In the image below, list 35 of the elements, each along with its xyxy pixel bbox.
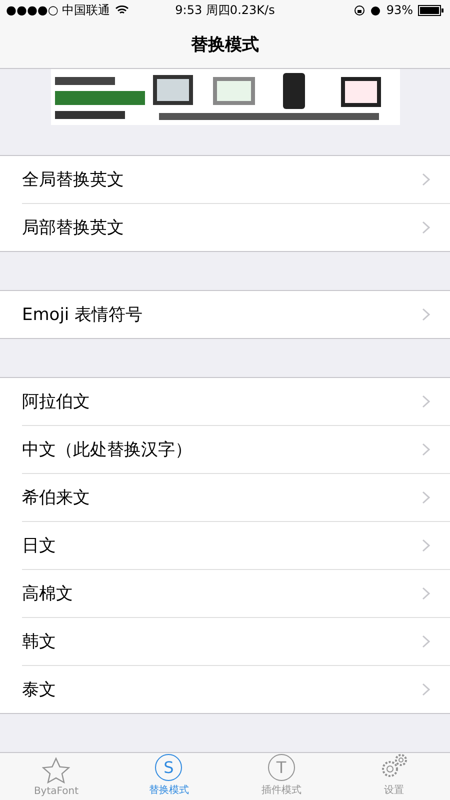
chevron-icon [422, 442, 430, 456]
tab-label: 设置 [384, 784, 404, 797]
nav-title: 替换模式 [190, 34, 260, 56]
chevron-icon [422, 682, 430, 696]
alarm-icon [370, 4, 382, 16]
list-row[interactable]: 局部替换英文 [22, 204, 450, 251]
chevron-icon [422, 538, 430, 552]
tab-label: BytaFont [34, 786, 79, 797]
list-row[interactable]: 阿拉伯文 [22, 378, 450, 426]
wifi-icon [115, 5, 130, 15]
tab-label: 插件模式 [261, 784, 302, 797]
clock-text: 9:53 周四0.23K/s [175, 2, 275, 18]
chevron-icon [422, 172, 430, 186]
star-icon [42, 757, 70, 784]
chevron-icon [422, 308, 430, 321]
letter-icon: T [268, 754, 295, 781]
list-row[interactable]: 希伯来文 [22, 474, 450, 522]
list-row[interactable]: 高棉文 [22, 570, 450, 618]
list-row[interactable]: 泰文 [22, 666, 450, 713]
battery-text: 93% [386, 3, 413, 17]
list-row[interactable]: Emoji 表情符号 [22, 290, 450, 338]
list-row[interactable]: 韩文 [22, 618, 450, 666]
rotation-lock-icon [354, 4, 366, 16]
letter-icon: S [155, 754, 182, 781]
battery-icon [418, 4, 444, 16]
chevron-icon [422, 490, 430, 504]
list-row[interactable]: 全局替换英文 [22, 156, 450, 204]
list-row[interactable]: 日文 [22, 522, 450, 570]
list-row[interactable]: 中文（此处替换汉字） [22, 426, 450, 474]
tab-label: 替换模式 [148, 784, 189, 797]
carrier-text: ●●●●○ 中国联通 [6, 2, 110, 18]
chevron-icon [422, 220, 430, 234]
chevron-icon [422, 634, 430, 648]
chevron-icon [422, 586, 430, 600]
chevron-icon [422, 394, 430, 408]
